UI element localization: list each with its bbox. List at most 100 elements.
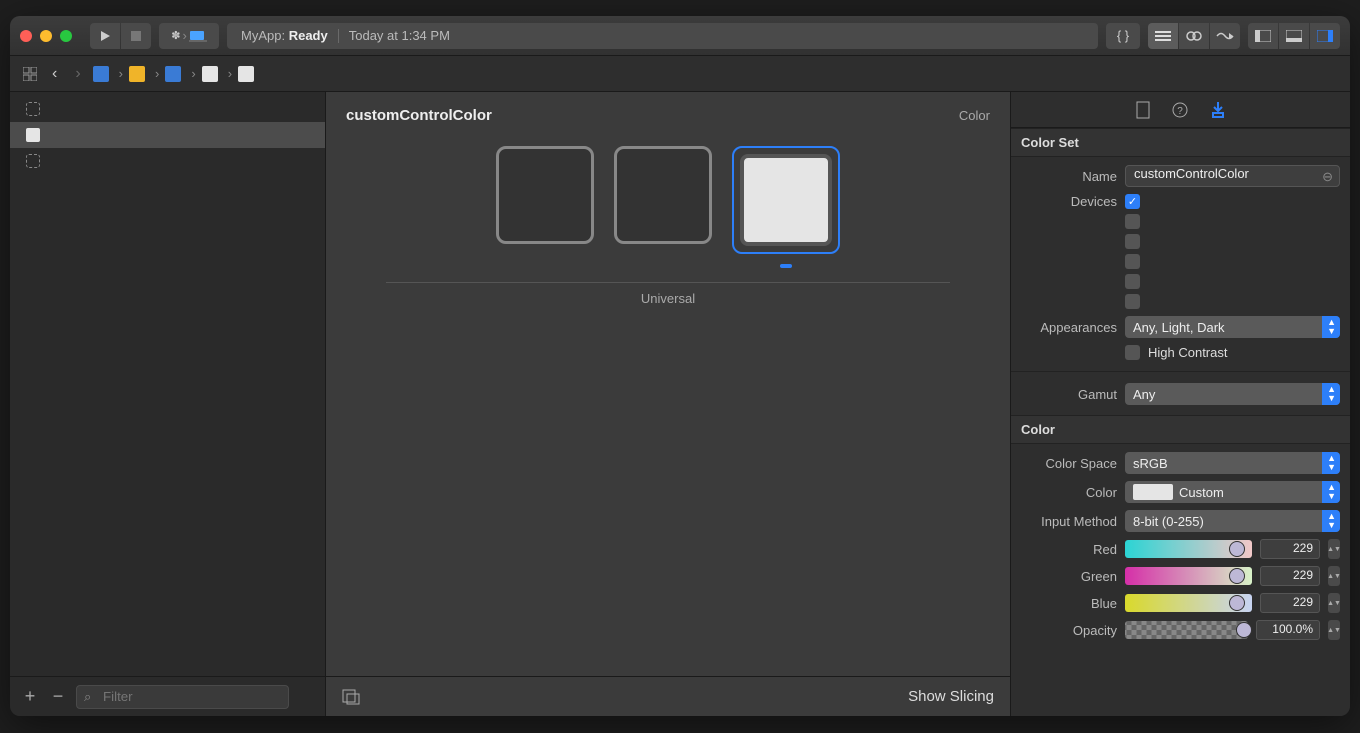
breadcrumb-item[interactable] [129,66,149,82]
traffic-lights [20,30,72,42]
breadcrumb-item[interactable] [202,66,222,82]
swatch-any[interactable] [496,146,594,268]
related-items-icon[interactable] [20,61,40,87]
run-stop-group [90,23,151,49]
file-inspector-icon[interactable] [1136,101,1150,119]
breadcrumb-item[interactable] [165,66,185,82]
assistant-editor-button[interactable] [1179,23,1209,49]
swatch-group-label: Universal [386,282,950,306]
asset-item-customcontrolcolor[interactable] [10,122,325,148]
sidebar-footer: + − ⌕ [10,676,325,716]
appearances-label: Appearances [1021,320,1117,335]
app-icon: ✽ [171,29,180,42]
stop-button[interactable] [121,23,151,49]
name-input[interactable]: customControlColor⊖ [1125,165,1340,187]
xcode-window: ✽ › MyApp: Ready Today at 1:34 PM { } [10,16,1350,716]
asset-item-customimage[interactable] [10,148,325,174]
highcontrast-checkbox[interactable]: High Contrast [1125,345,1340,360]
blue-slider[interactable] [1125,594,1252,612]
opacity-slider[interactable] [1125,621,1248,639]
clear-icon[interactable]: ⊖ [1322,169,1333,185]
path-bar: ‹ › › › › › [10,56,1350,92]
version-editor-button[interactable] [1210,23,1240,49]
asset-item-appicon[interactable] [10,96,325,122]
main-area: + − ⌕ customControlColor Color [10,92,1350,716]
appearances-select[interactable]: Any, Light, Dark▲▼ [1125,316,1340,338]
editor-mode-group [1148,23,1240,49]
attributes-inspector-icon[interactable] [1210,101,1226,119]
red-value[interactable]: 229 [1260,539,1320,559]
right-panel-toggle[interactable] [1310,23,1340,49]
green-slider[interactable] [1125,567,1252,585]
section-colorset: Color Set [1011,128,1350,157]
panel-toggle-group [1248,23,1340,49]
swatch-light[interactable] [614,146,712,268]
minimize-window-icon[interactable] [40,30,52,42]
breadcrumb-item[interactable] [238,66,258,82]
device-ipad[interactable] [1125,234,1340,249]
gamut-label: Gamut [1021,387,1117,402]
nav-back-button[interactable]: ‹ [46,65,63,83]
swatch-any-color[interactable] [496,146,594,244]
filter-input[interactable] [76,685,289,709]
library-button[interactable]: { } [1106,23,1140,49]
colorspace-select[interactable]: sRGB▲▼ [1125,452,1340,474]
red-stepper[interactable]: ▲▼ [1328,539,1340,559]
color-select[interactable]: Custom▲▼ [1125,481,1340,503]
blue-value[interactable]: 229 [1260,593,1320,613]
bottom-panel-toggle[interactable] [1279,23,1309,49]
green-value[interactable]: 229 [1260,566,1320,586]
run-button[interactable] [90,23,120,49]
nav-forward-button[interactable]: › [69,65,86,83]
titlebar: ✽ › MyApp: Ready Today at 1:34 PM { } [10,16,1350,56]
device-watch[interactable] [1125,254,1340,269]
device-iphone[interactable] [1125,214,1340,229]
color-swatches [326,146,1010,268]
devices-label: Devices [1021,194,1117,209]
opacity-value[interactable]: 100.0% [1256,620,1320,640]
scheme-selector[interactable]: ✽ › [159,23,219,49]
red-slider-row: Red 229 ▲▼ [1021,539,1340,559]
inputmethod-select[interactable]: 8-bit (0-255)▲▼ [1125,510,1340,532]
swatch-dark-selected[interactable] [732,146,840,254]
opacity-stepper[interactable]: ▲▼ [1328,620,1340,640]
red-slider[interactable] [1125,540,1252,558]
name-label: Name [1021,169,1117,184]
gamut-select[interactable]: Any▲▼ [1125,383,1340,405]
device-icon [189,30,207,42]
colorspace-label: Color Space [1021,456,1117,471]
blue-slider-row: Blue 229 ▲▼ [1021,593,1340,613]
svg-text:?: ? [1177,106,1183,117]
show-slicing-button[interactable]: Show Slicing [908,688,994,705]
green-stepper[interactable]: ▲▼ [1328,566,1340,586]
devices-list: ✓ [1125,194,1340,309]
swatch-dark[interactable] [732,146,840,268]
filter-icon: ⌕ [84,689,91,705]
slicing-icon[interactable] [342,689,360,705]
section-color: Color [1011,415,1350,444]
zoom-window-icon[interactable] [60,30,72,42]
blue-stepper[interactable]: ▲▼ [1328,593,1340,613]
opacity-slider-row: Opacity 100.0% ▲▼ [1021,620,1340,640]
breadcrumb-item[interactable] [93,66,113,82]
help-inspector-icon[interactable]: ? [1172,102,1188,118]
device-tv[interactable] [1125,274,1340,289]
device-universal[interactable]: ✓ [1125,194,1340,209]
remove-asset-button[interactable]: − [48,687,68,707]
close-window-icon[interactable] [20,30,32,42]
inputmethod-label: Input Method [1021,514,1117,529]
canvas-footer: Show Slicing [326,676,1010,716]
canvas-type: Color [959,108,990,123]
activity-status: MyApp: Ready Today at 1:34 PM [227,23,1098,49]
add-asset-button[interactable]: + [20,687,40,707]
color-chip-icon [1133,484,1173,500]
asset-sidebar: + − ⌕ [10,92,326,716]
canvas-title: customControlColor [346,107,492,124]
color-label: Color [1021,485,1117,500]
inspector-tabs: ? [1011,92,1350,128]
left-panel-toggle[interactable] [1248,23,1278,49]
device-mac[interactable] [1125,294,1340,309]
swatch-light-color[interactable] [614,146,712,244]
standard-editor-button[interactable] [1148,23,1178,49]
asset-canvas: customControlColor Color Universal [326,92,1010,716]
